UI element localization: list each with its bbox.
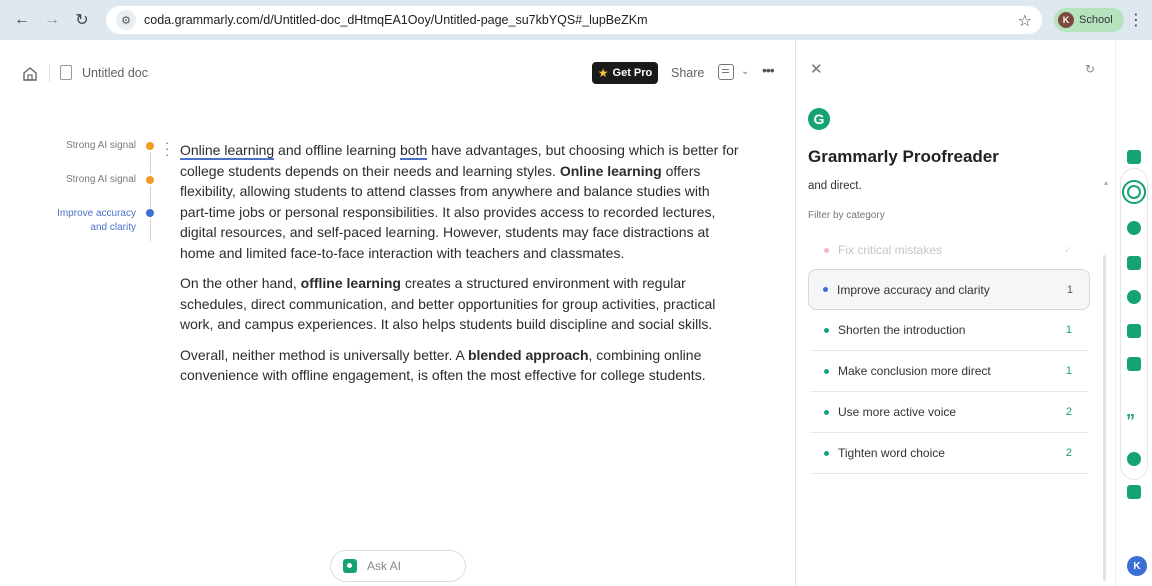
- signal-label[interactable]: Improve accuracy and clarity: [40, 207, 136, 235]
- category-label: Make conclusion more direct: [838, 364, 991, 378]
- category-bullet: [824, 409, 829, 415]
- bold-text: blended approach: [467, 346, 589, 363]
- citation-quote-icon[interactable]: ”: [1126, 412, 1135, 430]
- category-bullet: [824, 327, 829, 333]
- category-count: 1: [1066, 283, 1073, 296]
- category-count: 1: [1065, 365, 1072, 377]
- home-icon[interactable]: [22, 66, 38, 82]
- get-pro-label: Get Pro: [612, 67, 653, 79]
- bookmark-star-icon[interactable]: ☆: [1018, 11, 1032, 31]
- back-icon[interactable]: ←: [10, 8, 34, 32]
- signal-dot-orange[interactable]: [146, 176, 154, 184]
- chevron-down-icon[interactable]: ⌄: [741, 66, 749, 77]
- category-bullet: [823, 287, 828, 292]
- chat-bubble-icon[interactable]: [1127, 150, 1141, 164]
- category-bullet: [824, 450, 829, 456]
- verified-badge-icon[interactable]: [1127, 452, 1141, 466]
- category-item[interactable]: Shorten the introduction 1: [810, 310, 1088, 351]
- browser-menu-icon[interactable]: ⋮: [1128, 10, 1144, 30]
- signal-connector: [150, 186, 151, 208]
- category-label: Use more active voice: [838, 405, 957, 419]
- category-count: 2: [1065, 447, 1072, 459]
- ai-detector-icon[interactable]: [1127, 256, 1141, 270]
- star-icon: ★: [597, 66, 609, 80]
- plagiarism-icon[interactable]: [1127, 357, 1141, 371]
- paragraph: Overall, neither method is universally b…: [180, 345, 740, 386]
- person-icon[interactable]: [1127, 221, 1141, 235]
- doc-title[interactable]: Untitled doc: [82, 66, 148, 80]
- reader-icon[interactable]: [1127, 324, 1141, 338]
- grader-icon[interactable]: [1127, 485, 1141, 499]
- category-list: Fix critical mistakes ✓ Improve accuracy…: [808, 231, 1090, 474]
- signal-dot-blue[interactable]: [146, 209, 154, 217]
- category-label: Improve accuracy and clarity: [837, 282, 990, 297]
- view-options-icon[interactable]: [718, 64, 734, 80]
- site-settings-icon[interactable]: ⚙: [116, 10, 136, 30]
- document-body[interactable]: Online learning and offline learning bot…: [180, 140, 740, 396]
- category-bullet: [824, 368, 829, 374]
- ask-ai-button[interactable]: Ask AI: [330, 550, 466, 582]
- avatar[interactable]: K: [1127, 556, 1147, 576]
- document-icon: [60, 65, 72, 80]
- category-item[interactable]: Tighten word choice 2: [810, 433, 1088, 474]
- forward-icon[interactable]: →: [40, 8, 64, 32]
- grammarly-logo-icon: G: [808, 108, 830, 130]
- check-icon: ✓: [1063, 244, 1072, 256]
- paragraph-handle-icon[interactable]: · · ·: [165, 136, 169, 161]
- suggestion-underline[interactable]: both: [400, 142, 428, 160]
- header-divider: [49, 64, 50, 82]
- paragraph: On the other hand, offline learning crea…: [180, 273, 740, 335]
- panel-subtitle: and direct.: [808, 180, 862, 192]
- panel-title: Grammarly Proofreader: [808, 147, 999, 166]
- ask-ai-label: Ask AI: [367, 559, 402, 573]
- address-bar[interactable]: ⚙ coda.grammarly.com/d/Untitled-doc_dHtm…: [106, 6, 1042, 34]
- signal-label[interactable]: Strong AI signal: [40, 174, 136, 185]
- category-count: 1: [1065, 324, 1072, 336]
- category-item[interactable]: Use more active voice 2: [810, 392, 1088, 433]
- suggestion-underline[interactable]: Online learning: [180, 142, 275, 160]
- url-text: coda.grammarly.com/d/Untitled-doc_dHtmqE…: [144, 13, 648, 27]
- category-count: 2: [1065, 406, 1072, 418]
- text-run: On the other hand,: [180, 275, 301, 291]
- category-item[interactable]: Make conclusion more direct 1: [810, 351, 1088, 392]
- profile-button[interactable]: K School: [1054, 8, 1124, 32]
- profile-label: School: [1079, 14, 1113, 26]
- category-bullet: [824, 247, 829, 253]
- category-label: Fix critical mistakes: [838, 243, 943, 257]
- paragraph: Online learning and offline learning bot…: [180, 140, 740, 263]
- grammarly-g-icon[interactable]: [1122, 180, 1146, 204]
- close-icon[interactable]: ✕: [810, 60, 823, 78]
- signal-connector: [150, 152, 151, 174]
- category-item[interactable]: Fix critical mistakes ✓: [810, 231, 1088, 269]
- scroll-arrow-icon[interactable]: ▴: [1104, 178, 1108, 187]
- category-label: Shorten the introduction: [838, 323, 966, 337]
- profile-avatar: K: [1058, 12, 1074, 28]
- text-run: and offline learning: [274, 142, 401, 158]
- signal-connector: [150, 219, 151, 241]
- bold-text: offline learning: [300, 275, 401, 291]
- category-label: Tighten word choice: [838, 446, 945, 460]
- search-icon[interactable]: [1127, 290, 1141, 304]
- filter-label: Filter by category: [808, 210, 885, 221]
- panel-scrollbar[interactable]: [1103, 255, 1106, 581]
- category-item-active[interactable]: Improve accuracy and clarity 1: [808, 269, 1090, 310]
- refresh-icon[interactable]: ↻: [1085, 62, 1095, 76]
- get-pro-button[interactable]: ★ Get Pro: [592, 62, 658, 84]
- share-button[interactable]: Share: [671, 66, 704, 80]
- more-options-icon[interactable]: •••: [762, 62, 775, 78]
- bold-text: Online learning: [559, 162, 662, 179]
- signal-dot-orange[interactable]: [146, 142, 154, 150]
- reload-icon[interactable]: ↻: [70, 8, 94, 32]
- text-run: Overall, neither method is universally b…: [180, 346, 468, 363]
- grammarly-chat-icon: [343, 559, 357, 573]
- signal-label[interactable]: Strong AI signal: [40, 140, 136, 151]
